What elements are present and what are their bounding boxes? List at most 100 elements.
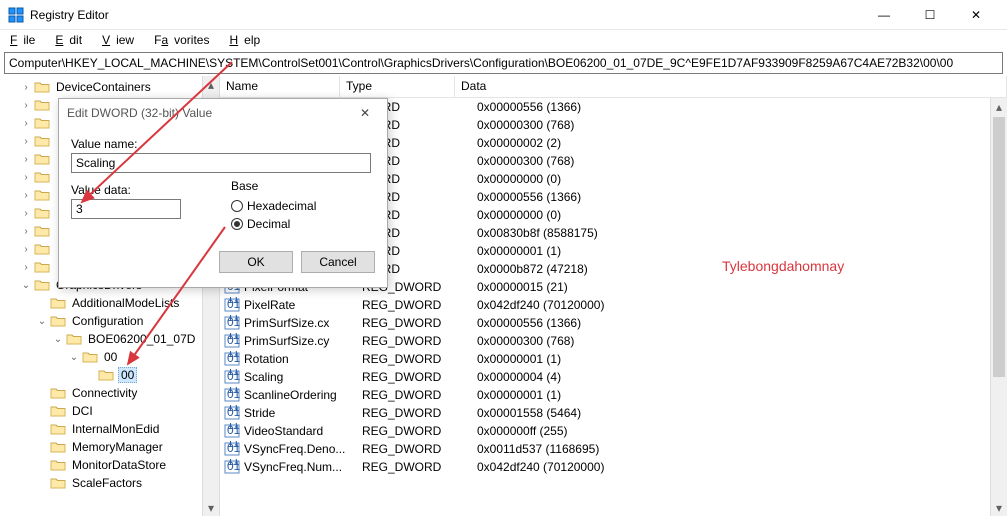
value-data: 0x00000001 (1) bbox=[477, 388, 1007, 402]
menu-favorites[interactable]: Favorites bbox=[148, 31, 221, 49]
close-button[interactable]: ✕ bbox=[953, 0, 999, 30]
value-type: REG_DWORD bbox=[362, 334, 477, 348]
value-data-input[interactable] bbox=[71, 199, 181, 219]
radio-hexadecimal[interactable]: Hexadecimal bbox=[231, 199, 316, 213]
chevron-down-icon[interactable]: ⌄ bbox=[36, 316, 48, 327]
value-data: 0x00000300 (768) bbox=[477, 118, 1007, 132]
chevron-right-icon[interactable]: › bbox=[20, 244, 32, 255]
list-row[interactable]: 011110VideoStandardREG_DWORD0x000000ff (… bbox=[220, 422, 1007, 440]
list-row[interactable]: 011110ScanlineOrderingREG_DWORD0x0000000… bbox=[220, 386, 1007, 404]
edit-dword-dialog: Edit DWORD (32-bit) Value ✕ Value name: … bbox=[58, 98, 388, 288]
column-type[interactable]: Type bbox=[340, 76, 455, 97]
radio-decimal[interactable]: Decimal bbox=[231, 217, 316, 231]
maximize-button[interactable]: ☐ bbox=[907, 0, 953, 30]
tree-item[interactable]: ›DeviceContainers bbox=[0, 78, 219, 96]
value-type: REG_DWORD bbox=[362, 388, 477, 402]
scroll-up-icon[interactable]: ▴ bbox=[991, 98, 1007, 115]
cancel-button[interactable]: Cancel bbox=[301, 251, 375, 273]
list-scrollbar[interactable]: ▴ ▾ bbox=[990, 98, 1007, 516]
folder-icon bbox=[34, 260, 50, 274]
value-type: REG_DWORD bbox=[362, 424, 477, 438]
chevron-right-icon[interactable]: › bbox=[20, 136, 32, 147]
chevron-right-icon[interactable]: › bbox=[20, 100, 32, 111]
tree-item-label: AdditionalModeLists bbox=[70, 296, 181, 310]
chevron-right-icon[interactable]: › bbox=[20, 190, 32, 201]
scroll-up-icon[interactable]: ▴ bbox=[203, 76, 219, 93]
value-name: VSyncFreq.Num... bbox=[244, 460, 362, 474]
value-data: 0x00000001 (1) bbox=[477, 352, 1007, 366]
value-data-label: Value data: bbox=[71, 183, 191, 197]
tree-item-label: MemoryManager bbox=[70, 440, 165, 454]
chevron-right-icon[interactable]: › bbox=[20, 208, 32, 219]
address-text: Computer\HKEY_LOCAL_MACHINE\SYSTEM\Contr… bbox=[9, 56, 953, 70]
folder-icon bbox=[34, 278, 50, 292]
tree-item[interactable]: ›MonitorDataStore bbox=[0, 456, 219, 474]
scroll-down-icon[interactable]: ▾ bbox=[203, 499, 219, 516]
value-name: VSyncFreq.Deno... bbox=[244, 442, 362, 456]
tree-item[interactable]: ›MemoryManager bbox=[0, 438, 219, 456]
list-row[interactable]: 011110ScalingREG_DWORD0x00000004 (4) bbox=[220, 368, 1007, 386]
svg-text:110: 110 bbox=[227, 315, 240, 324]
tree-item[interactable]: ⌄Configuration bbox=[0, 312, 219, 330]
folder-icon bbox=[34, 152, 50, 166]
dword-icon: 011110 bbox=[224, 333, 240, 349]
folder-icon bbox=[50, 422, 66, 436]
chevron-right-icon[interactable]: › bbox=[20, 118, 32, 129]
chevron-right-icon[interactable]: › bbox=[20, 154, 32, 165]
svg-text:110: 110 bbox=[227, 369, 240, 378]
menu-file[interactable]: File bbox=[4, 31, 47, 49]
value-type: REG_DWORD bbox=[362, 370, 477, 384]
dword-icon: 011110 bbox=[224, 387, 240, 403]
ok-button[interactable]: OK bbox=[219, 251, 293, 273]
svg-text:110: 110 bbox=[227, 405, 240, 414]
dword-icon: 011110 bbox=[224, 405, 240, 421]
chevron-right-icon[interactable]: › bbox=[20, 172, 32, 183]
tree-item-label: 00 bbox=[102, 350, 119, 364]
svg-text:110: 110 bbox=[227, 297, 240, 306]
list-row[interactable]: 011110RotationREG_DWORD0x00000001 (1) bbox=[220, 350, 1007, 368]
value-data: 0x00001558 (5464) bbox=[477, 406, 1007, 420]
folder-icon bbox=[50, 296, 66, 310]
window-titlebar: Registry Editor — ☐ ✕ bbox=[0, 0, 1007, 30]
tree-item[interactable]: ›AdditionalModeLists bbox=[0, 294, 219, 312]
svg-text:110: 110 bbox=[227, 423, 240, 432]
column-data[interactable]: Data bbox=[455, 76, 1007, 97]
list-row[interactable]: 011110PixelRateREG_DWORD0x042df240 (7012… bbox=[220, 296, 1007, 314]
value-type: REG_DWORD bbox=[362, 298, 477, 312]
tree-item[interactable]: ⌄ 00 bbox=[0, 348, 219, 366]
value-name: PrimSurfSize.cy bbox=[244, 334, 362, 348]
column-name[interactable]: Name bbox=[220, 76, 340, 97]
tree-item[interactable]: ⌄BOE06200_01_07D bbox=[0, 330, 219, 348]
tree-item[interactable]: ›Connectivity bbox=[0, 384, 219, 402]
menu-view[interactable]: View bbox=[96, 31, 146, 49]
address-bar[interactable]: Computer\HKEY_LOCAL_MACHINE\SYSTEM\Contr… bbox=[4, 52, 1003, 74]
folder-icon bbox=[50, 314, 66, 328]
chevron-down-icon[interactable]: ⌄ bbox=[52, 334, 64, 345]
tree-item[interactable]: ›DCI bbox=[0, 402, 219, 420]
tree-item-label: InternalMonEdid bbox=[70, 422, 161, 436]
minimize-button[interactable]: — bbox=[861, 0, 907, 30]
value-data: 0x00830b8f (8588175) bbox=[477, 226, 1007, 240]
scroll-down-icon[interactable]: ▾ bbox=[991, 499, 1007, 516]
tree-item[interactable]: ›ScaleFactors bbox=[0, 474, 219, 492]
list-row[interactable]: 011110VSyncFreq.Num...REG_DWORD0x042df24… bbox=[220, 458, 1007, 476]
chevron-down-icon[interactable]: ⌄ bbox=[20, 280, 32, 291]
chevron-right-icon[interactable]: › bbox=[20, 262, 32, 273]
list-row[interactable]: 011110VSyncFreq.Deno...REG_DWORD0x0011d5… bbox=[220, 440, 1007, 458]
dword-icon: 011110 bbox=[224, 369, 240, 385]
chevron-right-icon[interactable]: › bbox=[20, 226, 32, 237]
tree-item[interactable]: ›InternalMonEdid bbox=[0, 420, 219, 438]
chevron-down-icon[interactable]: ⌄ bbox=[68, 352, 80, 363]
chevron-right-icon[interactable]: › bbox=[20, 82, 32, 93]
menu-help[interactable]: Help bbox=[223, 31, 272, 49]
menubar: File Edit View Favorites Help bbox=[0, 30, 1007, 50]
list-row[interactable]: 011110StrideREG_DWORD0x00001558 (5464) bbox=[220, 404, 1007, 422]
list-row[interactable]: 011110PrimSurfSize.cxREG_DWORD0x00000556… bbox=[220, 314, 1007, 332]
tree-item[interactable]: ›00 bbox=[0, 366, 219, 384]
list-row[interactable]: 011110PrimSurfSize.cyREG_DWORD0x00000300… bbox=[220, 332, 1007, 350]
value-data: 0x00000000 (0) bbox=[477, 172, 1007, 186]
scroll-thumb[interactable] bbox=[993, 117, 1005, 377]
dialog-close-button[interactable]: ✕ bbox=[351, 99, 379, 127]
tree-item-label: ScaleFactors bbox=[70, 476, 144, 490]
menu-edit[interactable]: Edit bbox=[49, 31, 94, 49]
